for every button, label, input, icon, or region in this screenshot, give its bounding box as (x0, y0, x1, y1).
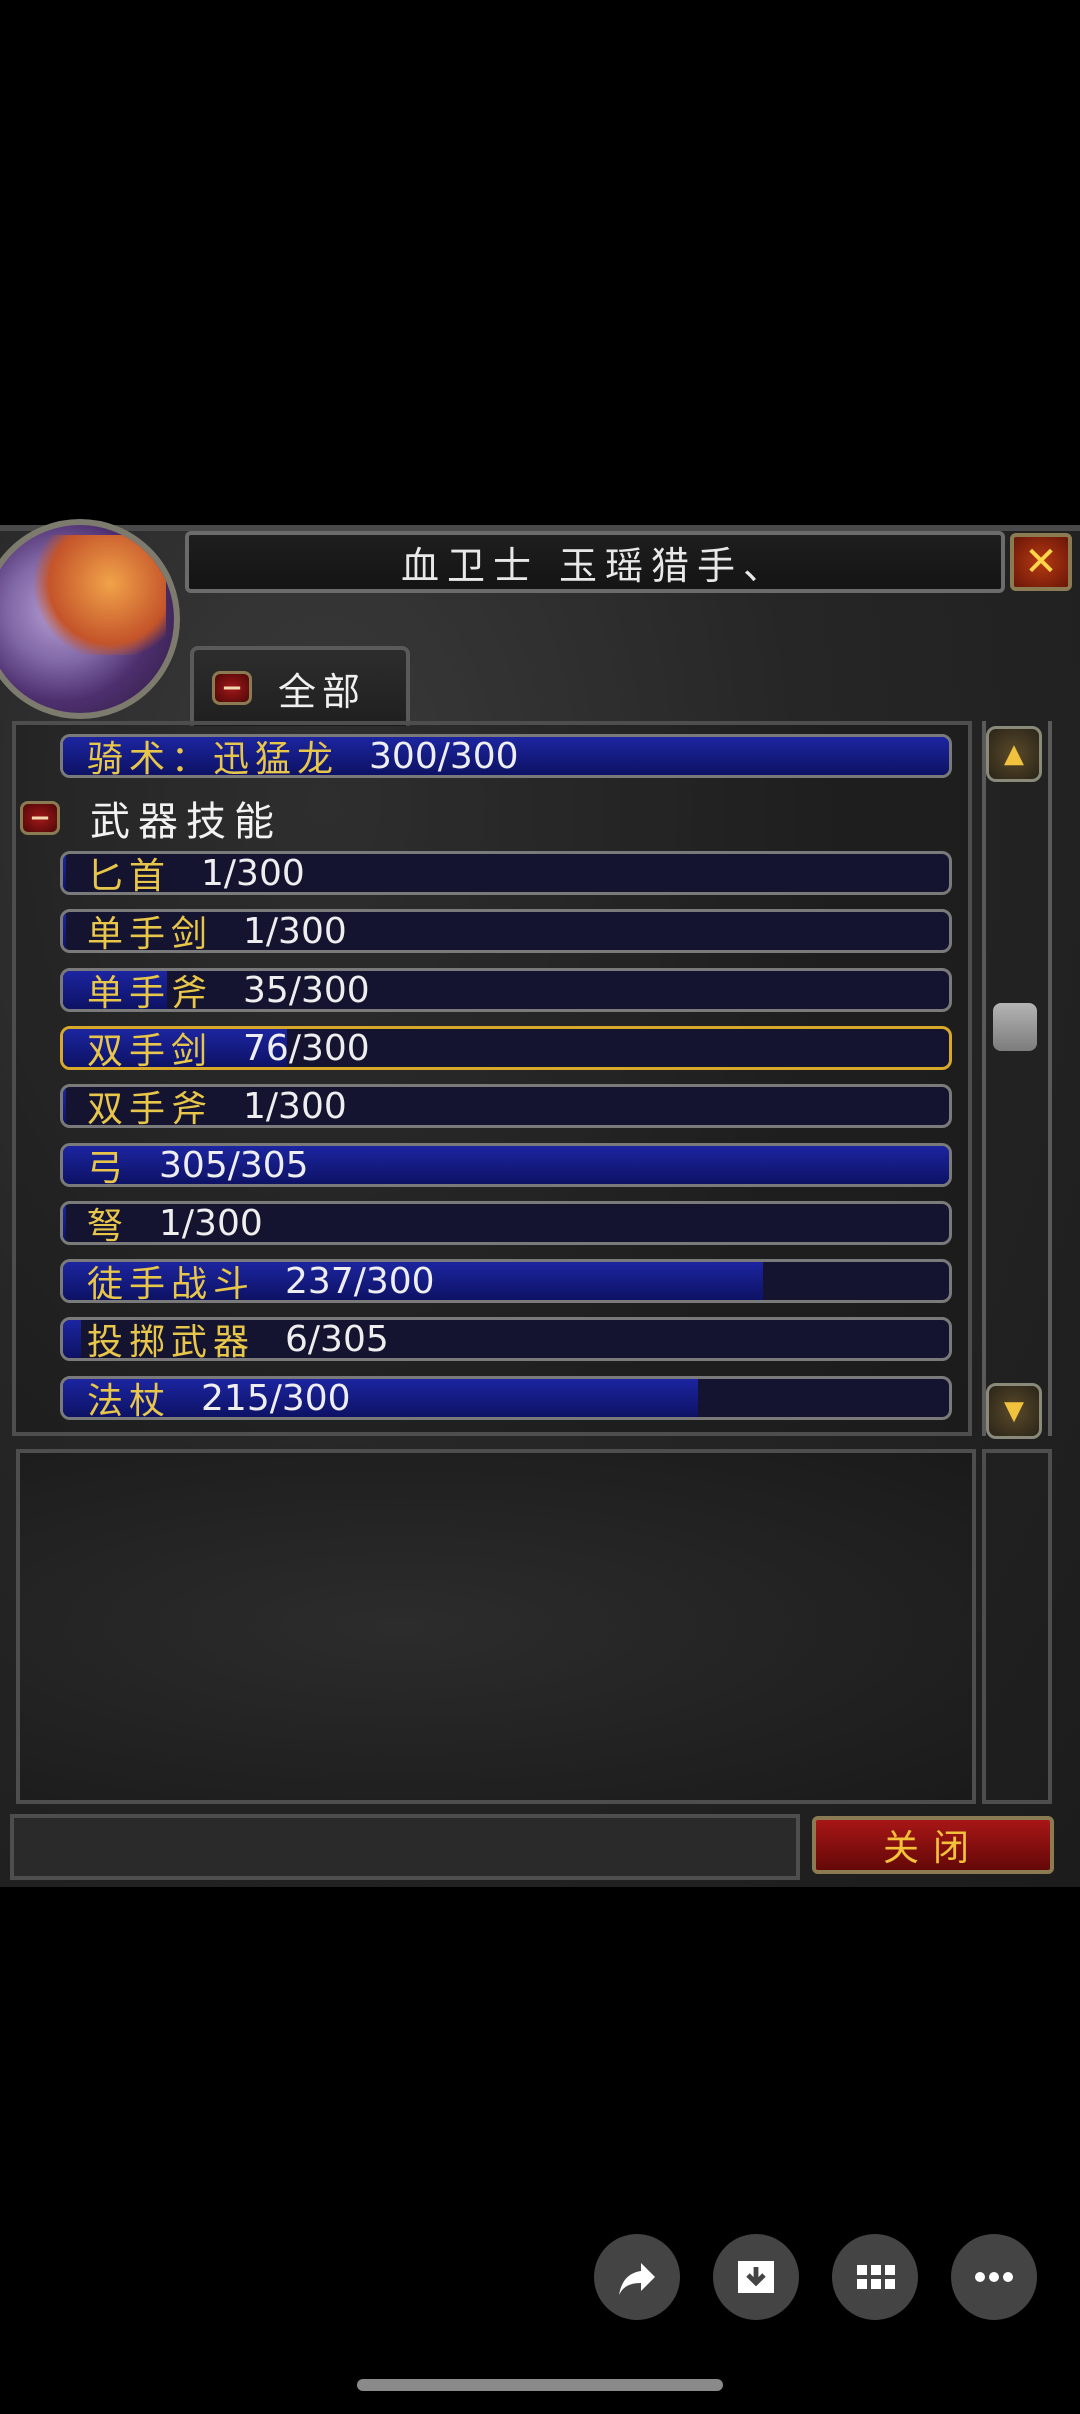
skill-name: 单手剑 (87, 914, 214, 953)
skill-name: 骑术：迅猛龙 (87, 739, 340, 778)
category-label: 武器技能 (90, 799, 282, 845)
skill-value: 1/300 (243, 910, 347, 952)
skill-progress-fill (63, 1204, 66, 1242)
skill-name: 弓 (87, 1148, 130, 1187)
skill-row[interactable]: 弩 1/300 (60, 1201, 952, 1245)
close-icon[interactable]: ✕ (1010, 533, 1072, 591)
download-button[interactable] (713, 2234, 799, 2320)
skill-row[interactable]: 匕首 1/300 (60, 851, 952, 895)
skill-row[interactable]: 单手剑 1/300 (60, 909, 952, 953)
scroll-down-icon[interactable]: ▼ (986, 1383, 1042, 1439)
tab-all[interactable]: − 全部 (190, 646, 410, 726)
skill-value: 6/305 (285, 1318, 389, 1360)
skill-progress-fill (63, 912, 66, 950)
skill-value: 1/300 (201, 852, 305, 894)
apps-button[interactable] (832, 2234, 918, 2320)
skills-window: 血卫士 玉瑶猎手、 ✕ − 全部 骑术：迅猛龙 300/300 − 武器技能 ▲… (0, 519, 1080, 1887)
skills-scrollbar[interactable] (982, 721, 1052, 1436)
skill-row[interactable]: 双手剑 76/300 (60, 1026, 952, 1070)
portrait-hair (26, 535, 166, 655)
collapse-category-button[interactable]: − (20, 801, 60, 835)
window-title: 血卫士 玉瑶猎手、 (400, 543, 790, 588)
skill-progress-fill (63, 854, 66, 892)
skill-value: 1/300 (159, 1202, 263, 1244)
skill-name: 投掷武器 (87, 1322, 256, 1361)
collapse-all-button[interactable]: − (212, 671, 252, 705)
bottom-bar (10, 1814, 800, 1880)
close-button[interactable]: 关闭 (812, 1816, 1054, 1874)
skill-name: 双手斧 (87, 1089, 214, 1128)
download-icon (738, 2261, 774, 2293)
more-button[interactable] (951, 2234, 1037, 2320)
skill-value: 215/300 (201, 1377, 351, 1419)
share-button[interactable] (594, 2234, 680, 2320)
home-indicator[interactable] (357, 2379, 723, 2391)
skill-row[interactable]: 徒手战斗 237/300 (60, 1259, 952, 1303)
skill-value: 237/300 (285, 1260, 435, 1302)
skill-value: 35/300 (243, 969, 370, 1011)
skill-row[interactable]: 双手斧 1/300 (60, 1084, 952, 1128)
skill-name: 法杖 (87, 1381, 172, 1420)
skill-detail-panel (16, 1449, 976, 1804)
skill-value: 76/300 (243, 1027, 370, 1069)
skill-progress-fill (63, 1087, 66, 1125)
scroll-thumb[interactable] (993, 1003, 1037, 1051)
category-weapon-skills[interactable]: − 武器技能 (20, 793, 282, 845)
tab-label: 全部 (278, 669, 367, 714)
skill-name: 单手斧 (87, 973, 214, 1012)
share-icon (619, 2263, 655, 2295)
skill-row[interactable]: 法杖 215/300 (60, 1376, 952, 1420)
detail-scrollbar[interactable] (982, 1449, 1052, 1804)
skill-value: 1/300 (243, 1085, 347, 1127)
skill-row-riding[interactable]: 骑术：迅猛龙 300/300 (60, 734, 952, 778)
skill-name: 双手剑 (87, 1031, 214, 1070)
skill-name: 弩 (87, 1206, 130, 1245)
title-bar: 血卫士 玉瑶猎手、 (185, 531, 1005, 593)
skill-row[interactable]: 弓 305/305 (60, 1143, 952, 1187)
apps-icon (857, 2265, 895, 2289)
skill-row[interactable]: 投掷武器 6/305 (60, 1317, 952, 1361)
skill-progress-fill (63, 1320, 81, 1358)
character-portrait (0, 519, 180, 719)
skill-value: 300/300 (369, 735, 519, 777)
scroll-up-icon[interactable]: ▲ (986, 726, 1042, 782)
more-icon (975, 2272, 1013, 2282)
skill-name: 徒手战斗 (87, 1264, 256, 1303)
skill-value: 305/305 (159, 1144, 309, 1186)
skill-row[interactable]: 单手斧 35/300 (60, 968, 952, 1012)
skill-name: 匕首 (87, 856, 172, 895)
